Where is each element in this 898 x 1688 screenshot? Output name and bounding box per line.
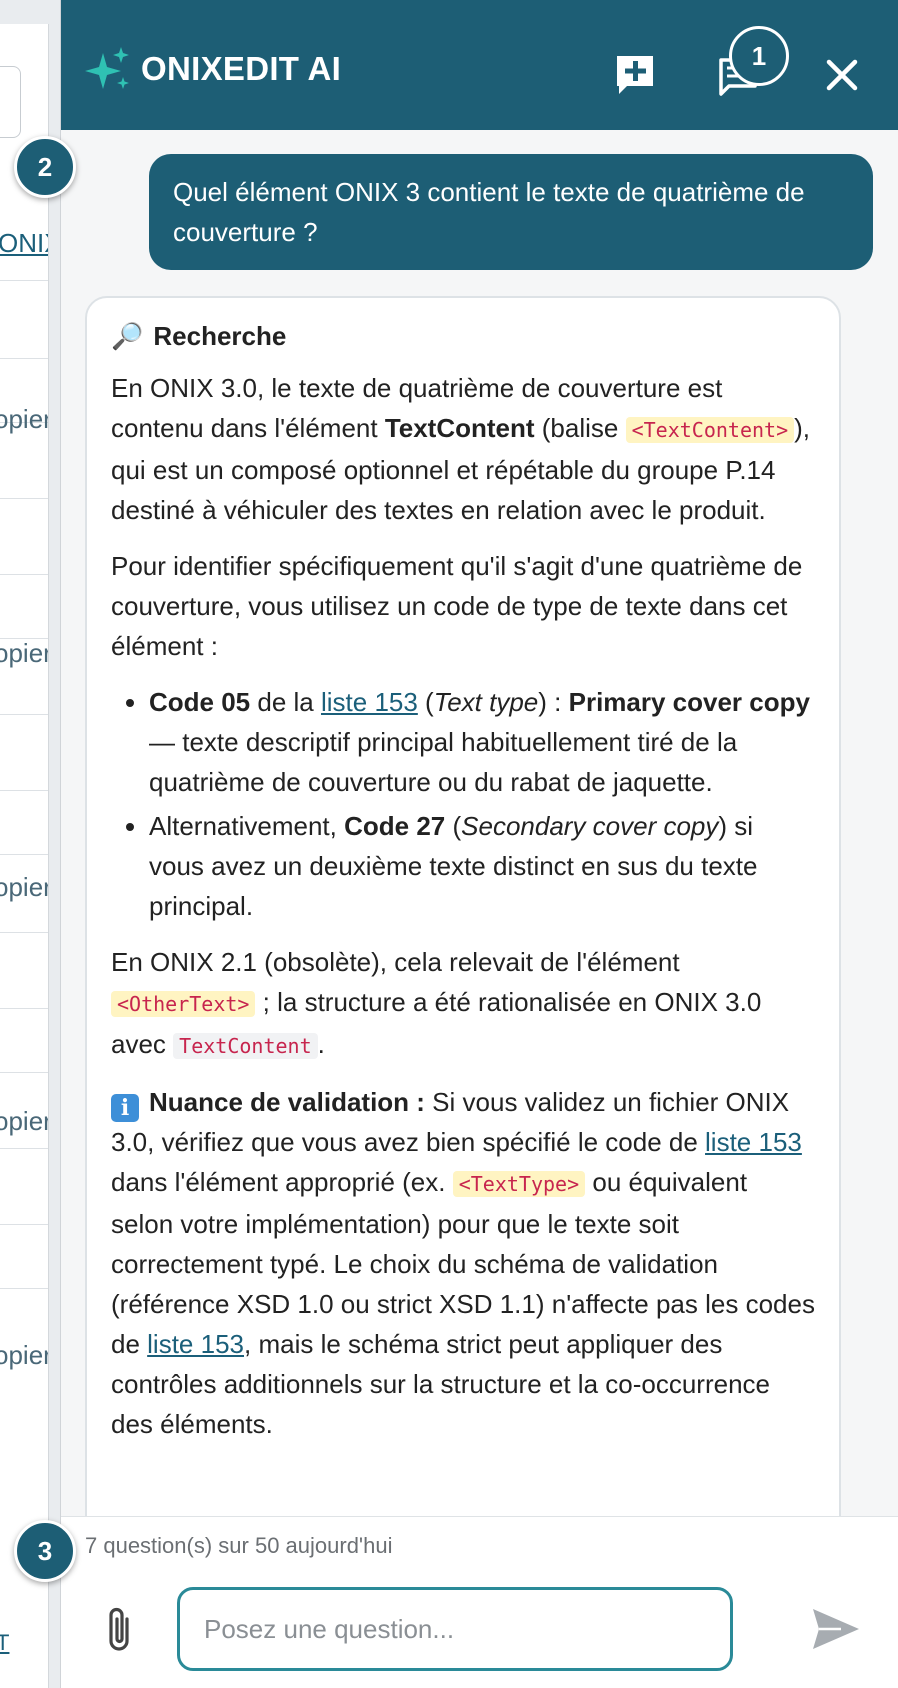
magnifier-icon: 🔎 bbox=[111, 321, 144, 351]
inline-code: <TextContent> bbox=[625, 417, 795, 443]
bullet-list: Code 05 de la liste 153 (Text type) : Pr… bbox=[111, 682, 815, 926]
new-chat-icon[interactable] bbox=[613, 52, 657, 96]
row-divider bbox=[0, 932, 48, 933]
answer-paragraph: En ONIX 2.1 (obsolète), cela relevait de… bbox=[111, 942, 815, 1066]
row-divider bbox=[0, 498, 48, 499]
background-app-panel: ONIX opier opier opier opier opier T bbox=[0, 24, 49, 1688]
row-divider bbox=[0, 358, 48, 359]
close-icon[interactable] bbox=[825, 58, 859, 92]
list-153-link[interactable]: liste 153 bbox=[147, 1329, 244, 1359]
bold-text: Code 27 bbox=[344, 811, 446, 841]
chat-footer: 7 question(s) sur 50 aujourd'hui bbox=[61, 1516, 898, 1688]
row-divider bbox=[0, 1008, 48, 1009]
text: ( bbox=[445, 811, 462, 841]
paperclip-icon[interactable] bbox=[101, 1605, 141, 1655]
row-divider bbox=[0, 1224, 48, 1225]
message-list[interactable]: Quel élément ONIX 3 contient le texte de… bbox=[61, 130, 898, 1516]
history-count-badge: 1 bbox=[729, 26, 789, 86]
inline-code: <TextType> bbox=[452, 1171, 586, 1197]
background-bottom-link[interactable]: T bbox=[0, 1630, 9, 1656]
send-icon[interactable] bbox=[811, 1607, 861, 1651]
italic-text: Text type bbox=[433, 687, 539, 717]
row-divider bbox=[0, 1288, 48, 1289]
bold-text: Code 05 bbox=[149, 687, 251, 717]
copy-button[interactable]: opier bbox=[0, 872, 48, 903]
background-input[interactable] bbox=[0, 66, 21, 138]
text: dans l'élément approprié (ex. bbox=[111, 1167, 453, 1197]
italic-text: Secondary cover copy bbox=[461, 811, 719, 841]
bold-text: Nuance de validation : bbox=[149, 1087, 425, 1117]
copy-button[interactable]: opier bbox=[0, 1340, 48, 1371]
list-item: Alternativement, Code 27 (Secondary cove… bbox=[149, 806, 815, 926]
ai-chat-panel: ONIXEDIT AI 1 Quel élément ONIX 3 contie… bbox=[60, 0, 898, 1688]
section-title: Recherche bbox=[153, 321, 287, 351]
text: ) : bbox=[538, 687, 569, 717]
list-item: Code 05 de la liste 153 (Text type) : Pr… bbox=[149, 682, 815, 802]
text: de la bbox=[250, 687, 321, 717]
background-onix-link[interactable]: ONIX bbox=[0, 228, 48, 259]
row-divider bbox=[0, 1072, 48, 1073]
row-divider bbox=[0, 280, 48, 281]
answer-paragraph: Pour identifier spécifiquement qu'il s'a… bbox=[111, 551, 803, 661]
text: ( bbox=[417, 687, 434, 717]
tour-step-marker[interactable]: 3 bbox=[14, 1520, 76, 1582]
text: — texte descriptif principal habituellem… bbox=[149, 727, 738, 797]
text: . bbox=[317, 1029, 325, 1059]
row-divider bbox=[0, 790, 48, 791]
list-153-link[interactable]: liste 153 bbox=[705, 1127, 802, 1157]
user-message: Quel élément ONIX 3 contient le texte de… bbox=[149, 154, 873, 270]
inline-code: TextContent bbox=[173, 1033, 318, 1059]
row-divider bbox=[0, 1148, 48, 1149]
info-icon: i bbox=[111, 1094, 139, 1122]
chat-header: ONIXEDIT AI 1 bbox=[61, 0, 898, 130]
inline-code: <OtherText> bbox=[111, 991, 256, 1017]
sparkles-icon bbox=[85, 47, 129, 89]
copy-button[interactable]: opier bbox=[0, 1106, 48, 1137]
bold-text: Primary cover copy bbox=[568, 687, 810, 717]
copy-button[interactable]: opier bbox=[0, 404, 48, 435]
assistant-message: 🔎 Recherche En ONIX 3.0, le texte de qua… bbox=[85, 296, 841, 1516]
question-quota: 7 question(s) sur 50 aujourd'hui bbox=[85, 1533, 393, 1558]
answer-paragraph: En ONIX 3.0, le texte de quatrième de co… bbox=[111, 368, 815, 530]
text: En ONIX 2.1 (obsolète), cela relevait de… bbox=[111, 947, 680, 977]
tour-step-marker[interactable]: 2 bbox=[14, 136, 76, 198]
row-divider bbox=[0, 714, 48, 715]
text: (balise bbox=[534, 413, 626, 443]
app-title: ONIXEDIT AI bbox=[141, 50, 342, 87]
answer-paragraph: i Nuance de validation : Si vous validez … bbox=[111, 1082, 815, 1444]
copy-button[interactable]: opier bbox=[0, 638, 48, 669]
row-divider bbox=[0, 574, 48, 575]
section-heading: 🔎 Recherche bbox=[111, 316, 815, 356]
list-153-link[interactable]: liste 153 bbox=[321, 687, 418, 717]
row-divider bbox=[0, 854, 48, 855]
bold-text: TextContent bbox=[384, 413, 535, 443]
text: Alternativement, bbox=[149, 811, 345, 841]
question-input[interactable] bbox=[177, 1587, 733, 1671]
